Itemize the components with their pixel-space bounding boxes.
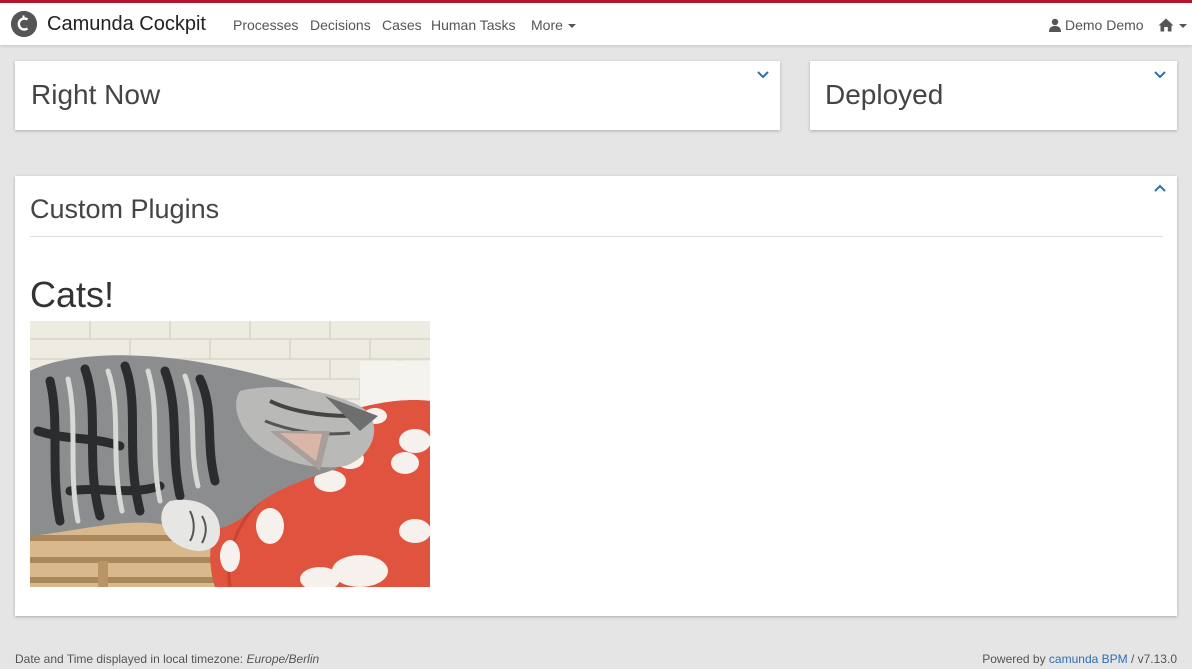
timezone-notice: Date and Time displayed in local timezon… [15, 652, 319, 666]
powered-prefix: Powered by [982, 652, 1049, 666]
custom-plugins-title: Custom Plugins [30, 194, 220, 224]
home-menu[interactable] [1158, 17, 1187, 35]
nav-item-human-tasks[interactable]: Human Tasks [431, 17, 516, 33]
version-label: / v7.13.0 [1127, 652, 1177, 666]
nav-item-processes[interactable]: Processes [233, 17, 298, 33]
camunda-bpm-link[interactable]: camunda BPM [1049, 652, 1128, 666]
cat-image [30, 321, 430, 587]
caret-down-icon [567, 24, 576, 29]
user-icon [1049, 18, 1061, 32]
custom-plugins-panel: Custom Plugins Cats! [15, 176, 1177, 616]
timezone-prefix: Date and Time displayed in local timezon… [15, 652, 247, 666]
nav-item-more-label: More [531, 17, 563, 33]
timezone-value: Europe/Berlin [246, 652, 320, 666]
nav-item-cases[interactable]: Cases [382, 17, 422, 33]
camunda-logo-icon[interactable] [11, 11, 37, 37]
deployed-title: Deployed [825, 79, 944, 110]
chevron-up-icon[interactable] [1153, 183, 1167, 193]
cats-heading: Cats! [30, 274, 115, 315]
chevron-down-icon[interactable] [756, 70, 770, 80]
caret-down-icon [1179, 23, 1187, 28]
nav-item-more[interactable]: More [531, 17, 576, 33]
right-now-panel: Right Now [15, 61, 780, 130]
top-navbar: Camunda Cockpit Processes Decisions Case… [0, 0, 1192, 45]
home-icon [1158, 18, 1174, 32]
panel-divider [30, 236, 1163, 237]
brand-name[interactable]: Camunda Cockpit [47, 13, 206, 36]
user-menu[interactable]: Demo Demo [1048, 17, 1144, 33]
powered-by: Powered by camunda BPM / v7.13.0 [982, 652, 1177, 666]
chevron-down-icon[interactable] [1153, 70, 1167, 80]
deployed-panel: Deployed [810, 61, 1177, 130]
user-name: Demo Demo [1065, 17, 1144, 33]
right-now-title: Right Now [31, 79, 161, 110]
nav-item-decisions[interactable]: Decisions [310, 17, 371, 33]
